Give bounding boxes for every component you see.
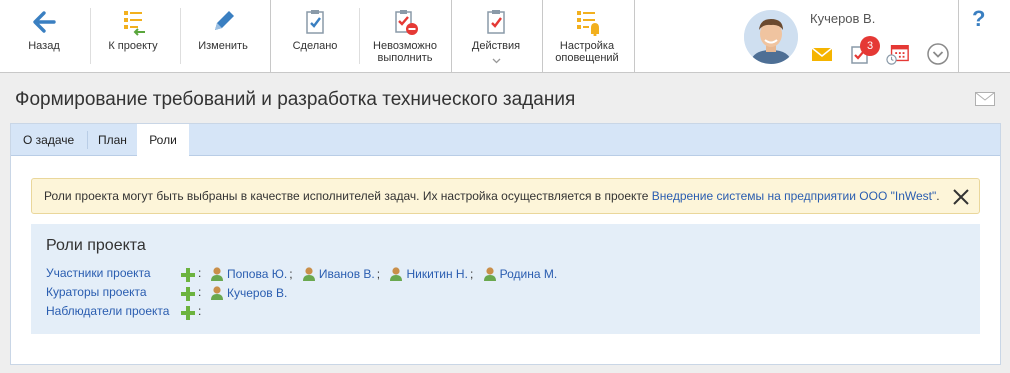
toolbar-group-divider xyxy=(451,0,452,72)
toolbar-group-divider xyxy=(634,0,635,72)
roles-title: Роли проекта xyxy=(46,237,146,254)
tab-roles[interactable]: Роли xyxy=(137,124,189,157)
close-icon[interactable] xyxy=(951,187,971,207)
edit-label: Изменить xyxy=(198,40,248,52)
person-icon xyxy=(302,267,315,281)
impossible-label-line1: Невозможно xyxy=(373,40,437,52)
info-notice: Роли проекта могут быть выбраны в качест… xyxy=(31,178,980,214)
notice-text: Роли проекта могут быть выбраны в качест… xyxy=(44,189,652,203)
separator: ; xyxy=(469,267,474,281)
person-name: Родина М. xyxy=(499,267,558,281)
notification-settings-line1: Настройка xyxy=(559,40,615,52)
toolbar-group-divider xyxy=(270,0,271,72)
impossible-label-line2: выполнить xyxy=(377,52,433,64)
person-name: Попова Ю. xyxy=(227,267,288,281)
project-list-icon xyxy=(124,11,145,36)
actions-dropdown[interactable]: Действия xyxy=(455,0,537,72)
role-label-participants[interactable]: Участники проекта xyxy=(46,266,151,280)
tab-plan[interactable]: План xyxy=(88,124,137,156)
role-label-observers[interactable]: Наблюдатели проекта xyxy=(46,304,169,318)
task-panel: О задаче План Роли Роли проекта могут бы… xyxy=(10,123,1001,365)
separator: ; xyxy=(289,267,293,281)
tab-about-task[interactable]: О задаче xyxy=(13,124,84,156)
person-link[interactable]: Попова Ю. xyxy=(210,266,287,281)
person-name: Иванов В. xyxy=(318,267,375,281)
chevron-circle-down-icon[interactable] xyxy=(926,42,950,66)
person-link[interactable]: Иванов В. xyxy=(302,266,375,281)
person-icon xyxy=(211,267,223,281)
separator: ; xyxy=(376,267,381,281)
project-roles-section: Роли проекта Участники проекта : Попова … xyxy=(31,224,980,334)
bell-list-icon xyxy=(577,11,599,36)
arrow-left-icon xyxy=(33,11,56,33)
checklist-done-icon xyxy=(306,10,324,34)
help-button[interactable]: ? xyxy=(972,6,985,32)
envelope-icon[interactable] xyxy=(975,92,995,106)
done-button[interactable]: Сделано xyxy=(275,0,355,72)
back-label: Назад xyxy=(28,40,60,52)
edit-button[interactable]: Изменить xyxy=(182,0,264,72)
chevron-down-icon xyxy=(492,58,501,64)
calendar-clock-icon[interactable] xyxy=(886,42,910,66)
people-list: Кучеров В. xyxy=(210,285,289,300)
person-link[interactable]: Кучеров В. xyxy=(210,285,287,300)
toolbar-divider xyxy=(180,8,181,64)
add-icon[interactable] xyxy=(180,286,196,302)
checklist-actions-icon xyxy=(487,10,505,34)
person-icon xyxy=(390,267,403,281)
role-colon: : xyxy=(198,304,202,318)
impossible-button[interactable]: Невозможно выполнить xyxy=(362,0,448,72)
user-photo-icon xyxy=(744,10,798,64)
notification-settings-label: Настройка оповещений xyxy=(546,40,628,64)
mail-icon[interactable] xyxy=(810,42,834,66)
back-button[interactable]: Назад xyxy=(4,0,84,72)
user-name[interactable]: Кучеров В. xyxy=(810,11,875,26)
pencil-icon xyxy=(215,11,234,30)
add-icon[interactable] xyxy=(180,305,196,321)
person-icon xyxy=(211,286,223,300)
project-link[interactable]: Внедрение системы на предприятии ООО "In… xyxy=(652,189,936,203)
to-project-label: К проекту xyxy=(108,40,158,52)
toolbar-group-divider xyxy=(958,0,959,72)
person-icon xyxy=(483,267,496,281)
page-title: Формирование требований и разработка тех… xyxy=(15,89,576,110)
role-colon: : xyxy=(198,285,202,299)
impossible-label: Невозможно выполнить xyxy=(362,40,448,64)
notice-tail: . xyxy=(936,189,940,203)
tasks-count-badge: 3 xyxy=(860,36,880,56)
checklist-blocked-icon xyxy=(395,10,418,35)
people-list: Попова Ю.; Иванов В.; Никитин Н.; Родина… xyxy=(210,266,559,281)
notification-settings-button[interactable]: Настройка оповещений xyxy=(546,0,628,72)
tab-bar: О задаче План Роли xyxy=(11,124,1000,157)
person-name: Никитин Н. xyxy=(406,267,468,281)
person-link[interactable]: Никитин Н. xyxy=(389,266,468,281)
toolbar: Назад К проекту Изменить Сделано Невозмо… xyxy=(0,0,1010,73)
toolbar-divider xyxy=(90,8,91,64)
to-project-button[interactable]: К проекту xyxy=(92,0,174,72)
done-label: Сделано xyxy=(292,40,338,52)
notification-settings-line2: оповещений xyxy=(555,52,619,64)
actions-label: Действия xyxy=(471,40,521,52)
avatar[interactable] xyxy=(744,10,798,64)
person-name: Кучеров В. xyxy=(227,286,288,300)
add-icon[interactable] xyxy=(180,267,196,283)
toolbar-divider xyxy=(359,8,360,64)
role-label-curators[interactable]: Кураторы проекта xyxy=(46,285,147,299)
person-link[interactable]: Родина М. xyxy=(483,266,558,281)
toolbar-group-divider xyxy=(542,0,543,72)
role-colon: : xyxy=(198,266,202,280)
